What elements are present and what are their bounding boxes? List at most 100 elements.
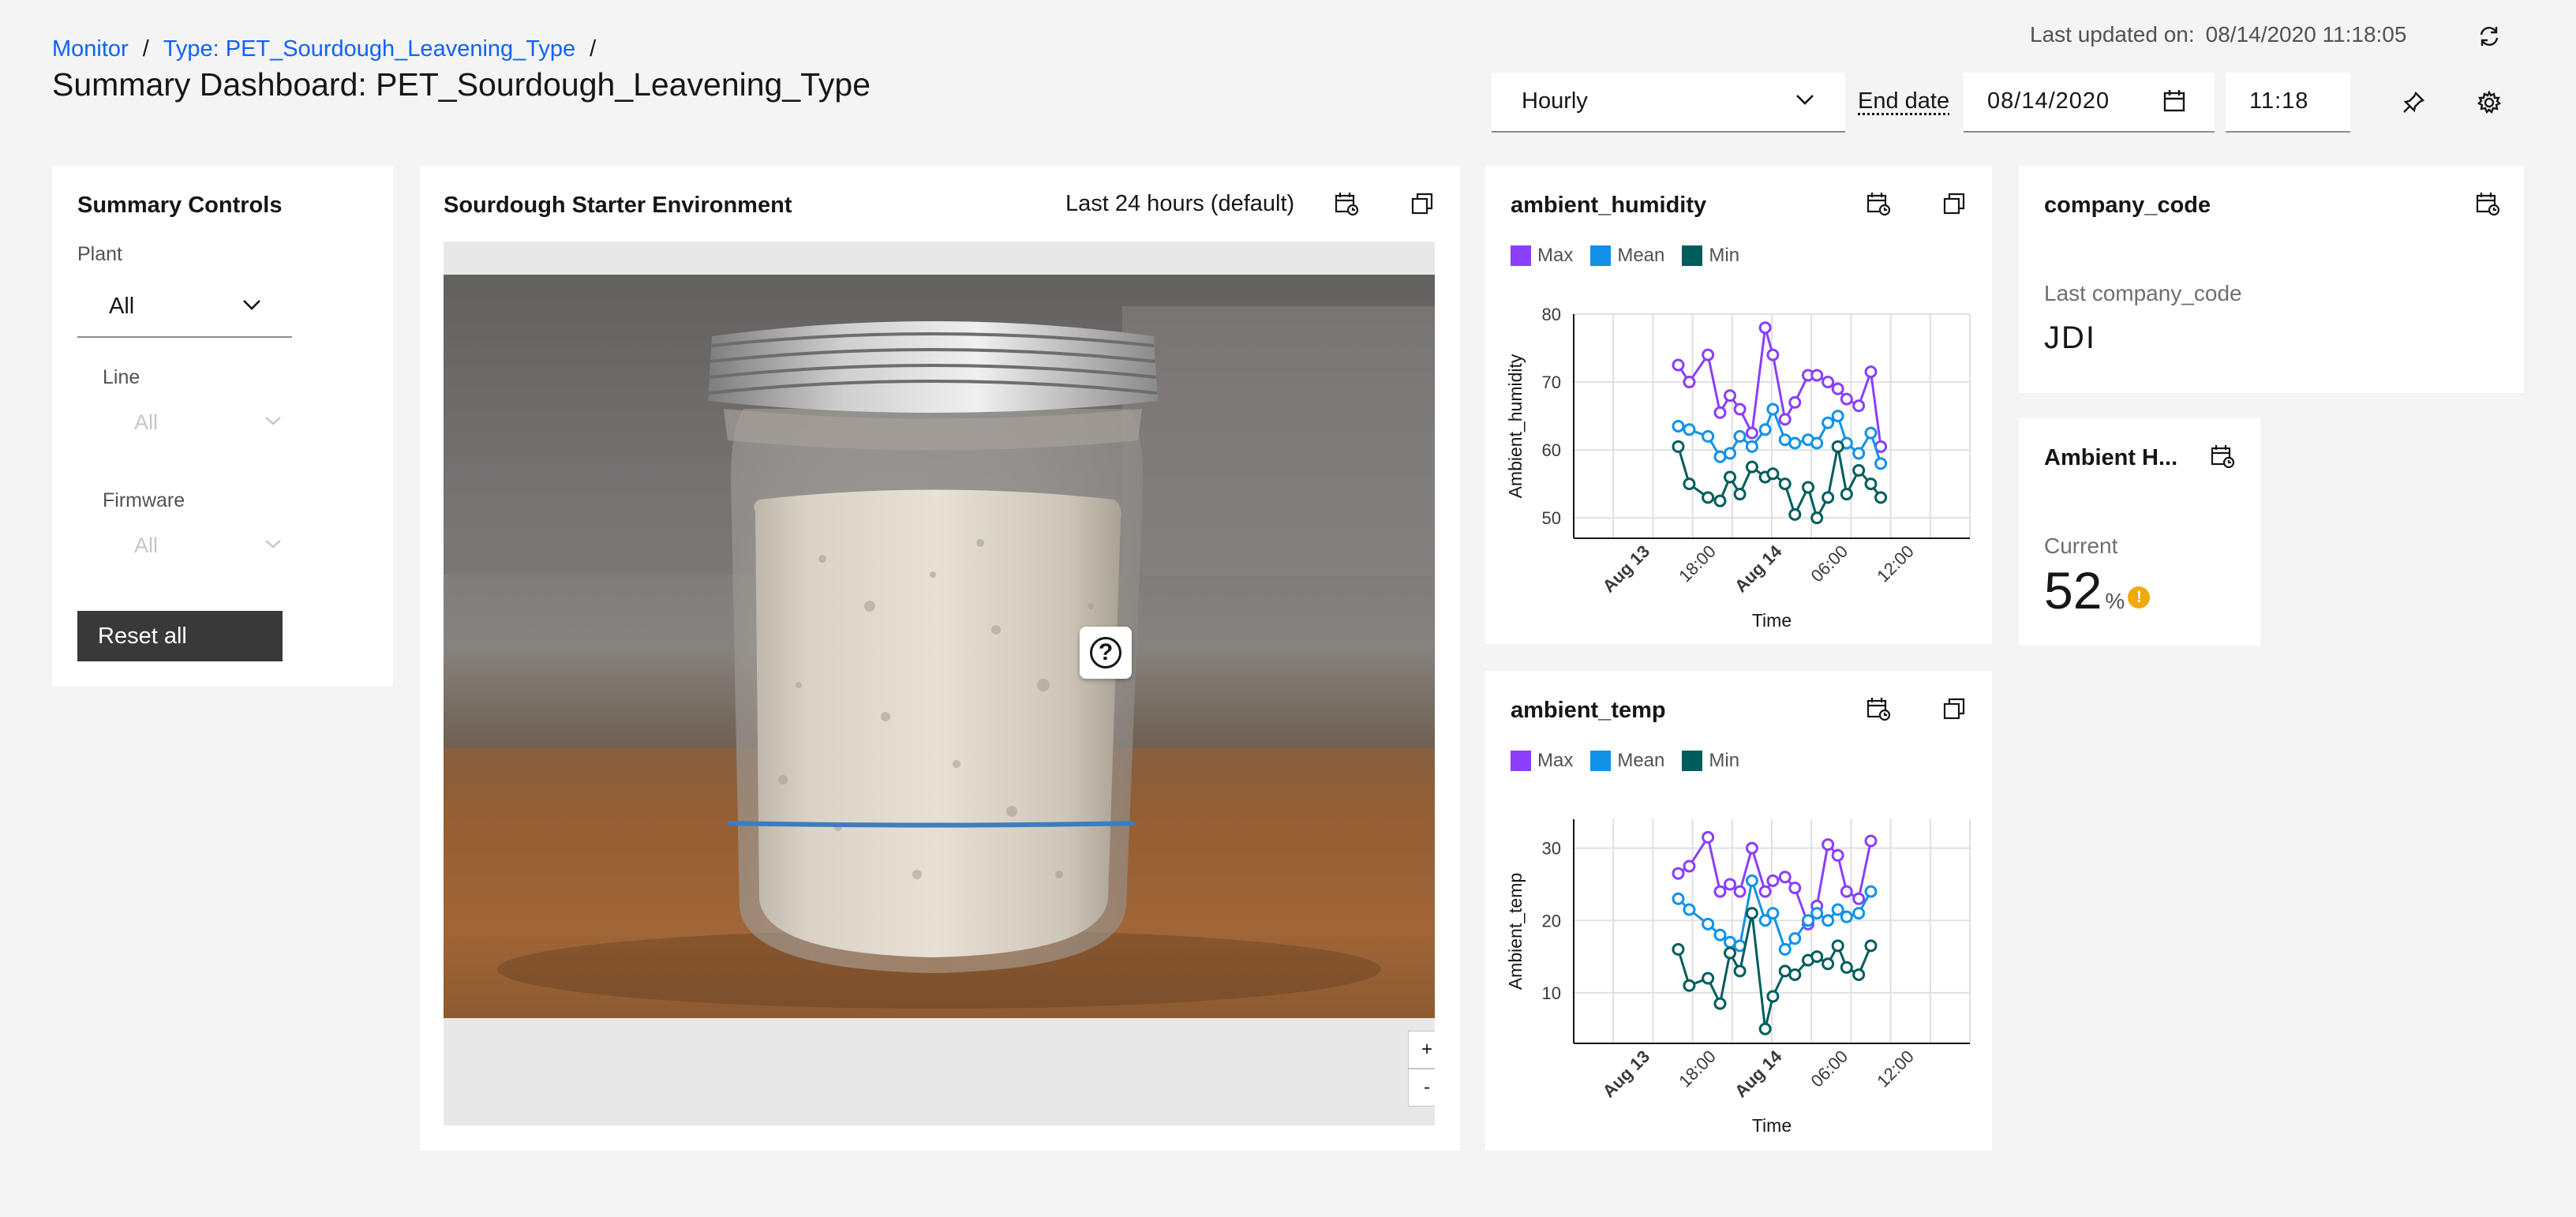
data-point-mean — [1810, 436, 1824, 450]
time-range-calendar-icon[interactable] — [2469, 185, 2507, 223]
firmware-dropdown[interactable]: All — [103, 526, 292, 570]
end-time-input[interactable]: 11:18 — [2226, 73, 2350, 133]
data-point-max — [1713, 406, 1727, 419]
data-point-min — [1733, 964, 1747, 978]
x-tick-label: Aug 13 — [1599, 1047, 1654, 1102]
data-point-max — [1852, 892, 1866, 905]
legend-swatch — [1590, 245, 1612, 266]
data-point-min — [1702, 972, 1715, 985]
legend-swatch — [1590, 751, 1612, 771]
time-range-calendar-icon[interactable] — [1327, 185, 1365, 223]
data-point-min — [1683, 979, 1696, 992]
data-point-mean — [1672, 892, 1685, 905]
y-axis-label: Ambient_humidity — [1505, 354, 1526, 498]
zoom-out-button[interactable]: - — [1408, 1069, 1435, 1107]
legend-item-max[interactable]: Max — [1511, 750, 1573, 772]
temp-legend: Max Mean Min — [1511, 750, 1739, 772]
help-hotspot-icon[interactable]: ? — [1080, 627, 1132, 679]
legend-item-mean[interactable]: Mean — [1590, 245, 1664, 267]
breadcrumb-monitor-link[interactable]: Monitor — [52, 36, 129, 62]
line-dropdown[interactable]: All — [103, 403, 292, 447]
last-updated: Last updated on: 08/14/2020 11:18:05 — [2030, 22, 2406, 47]
image-viewer[interactable]: ? + - — [444, 242, 1435, 1125]
settings-gear-icon[interactable] — [2470, 84, 2508, 122]
legend-item-mean[interactable]: Mean — [1590, 750, 1664, 772]
warning-alert-icon[interactable]: ! — [2128, 586, 2151, 608]
last-updated-value: 08/14/2020 11:18:05 — [2205, 22, 2407, 47]
data-point-max — [1683, 859, 1696, 873]
data-point-max — [1766, 874, 1780, 887]
data-point-mean — [1778, 433, 1792, 447]
temp-chart-card: ambient_temp Max Mean Min 10 20 30 Aug 13 18… — [1485, 671, 1992, 1151]
legend-item-max[interactable]: Max — [1511, 245, 1573, 267]
data-point-min — [1683, 477, 1696, 491]
end-date-input[interactable]: 08/14/2020 — [1964, 73, 2215, 133]
calendar-icon[interactable] — [2162, 88, 2186, 118]
data-point-min — [1758, 1022, 1772, 1035]
data-point-min — [1778, 477, 1792, 491]
data-point-min — [1852, 968, 1866, 981]
firmware-value: All — [134, 534, 159, 557]
data-point-mean — [1788, 436, 1802, 450]
data-point-mean — [1745, 440, 1758, 453]
expand-icon[interactable] — [1403, 185, 1441, 223]
data-point-max — [1840, 392, 1853, 406]
data-point-mean — [1810, 907, 1824, 920]
refresh-icon[interactable] — [2470, 17, 2508, 55]
data-point-min — [1672, 440, 1685, 453]
end-date-link[interactable]: End date — [1858, 88, 1949, 114]
legend-label: Min — [1709, 245, 1740, 266]
summary-controls-title: Summary Controls — [77, 193, 283, 218]
legend-item-min[interactable]: Min — [1682, 750, 1739, 772]
image-card: Sourdough Starter Environment Last 24 ho… — [420, 166, 1460, 1151]
data-point-mean — [1840, 910, 1853, 923]
y-tick-label: 70 — [1542, 373, 1561, 392]
plant-value: All — [109, 294, 135, 319]
data-point-mean — [1766, 403, 1780, 416]
expand-icon[interactable] — [1935, 690, 1973, 728]
y-axis-label: Ambient_temp — [1505, 873, 1526, 990]
y-tick-label: 60 — [1542, 440, 1561, 460]
breadcrumb-separator: / — [142, 36, 149, 62]
breadcrumb-type-link[interactable]: Type: PET_Sourdough_Leavening_Type — [163, 36, 575, 62]
legend-item-min[interactable]: Min — [1682, 245, 1739, 267]
legend-swatch — [1682, 245, 1703, 266]
time-range-calendar-icon[interactable] — [2203, 437, 2241, 475]
end-date-value: 08/14/2020 — [1987, 88, 2110, 114]
data-point-mean — [1831, 903, 1844, 916]
data-point-min — [1864, 477, 1878, 491]
data-point-min — [1831, 440, 1844, 453]
zoom-in-button[interactable]: + — [1408, 1031, 1435, 1069]
data-point-max — [1745, 841, 1758, 855]
x-tick-label: 06:00 — [1807, 1047, 1852, 1092]
y-tick-label: 20 — [1542, 911, 1561, 931]
x-tick-label: Aug 13 — [1599, 541, 1654, 597]
data-point-max — [1713, 885, 1727, 898]
breadcrumb-separator: / — [590, 36, 597, 62]
data-point-mean — [1864, 426, 1878, 440]
y-tick-label: 50 — [1542, 508, 1561, 528]
y-tick-label: 10 — [1542, 983, 1561, 1003]
data-point-min — [1713, 997, 1727, 1010]
data-point-mean — [1822, 416, 1835, 429]
data-point-max — [1758, 885, 1772, 898]
chevron-down-icon — [242, 297, 262, 316]
time-range-calendar-icon[interactable] — [1859, 185, 1897, 223]
x-tick-label: 06:00 — [1807, 541, 1852, 586]
data-point-min — [1745, 907, 1758, 920]
data-point-mean — [1802, 914, 1815, 927]
time-range-calendar-icon[interactable] — [1859, 690, 1897, 728]
plant-dropdown[interactable]: All — [77, 276, 292, 338]
humidity-chart-card: ambient_humidity Max Mean Min 50 60 70 80 Au… — [1485, 166, 1992, 644]
humidity-chart-title: ambient_humidity — [1511, 193, 1707, 218]
data-point-min — [1840, 960, 1853, 974]
expand-icon[interactable] — [1935, 185, 1973, 223]
data-point-max — [1683, 376, 1696, 389]
pin-icon[interactable] — [2394, 84, 2432, 122]
interval-dropdown[interactable]: Hourly — [1492, 73, 1845, 133]
current-unit: % — [2105, 589, 2125, 613]
y-tick-label: 80 — [1542, 305, 1561, 324]
data-point-mean — [1831, 410, 1844, 423]
data-point-mean — [1745, 874, 1758, 887]
reset-all-button[interactable]: Reset all — [77, 611, 283, 661]
